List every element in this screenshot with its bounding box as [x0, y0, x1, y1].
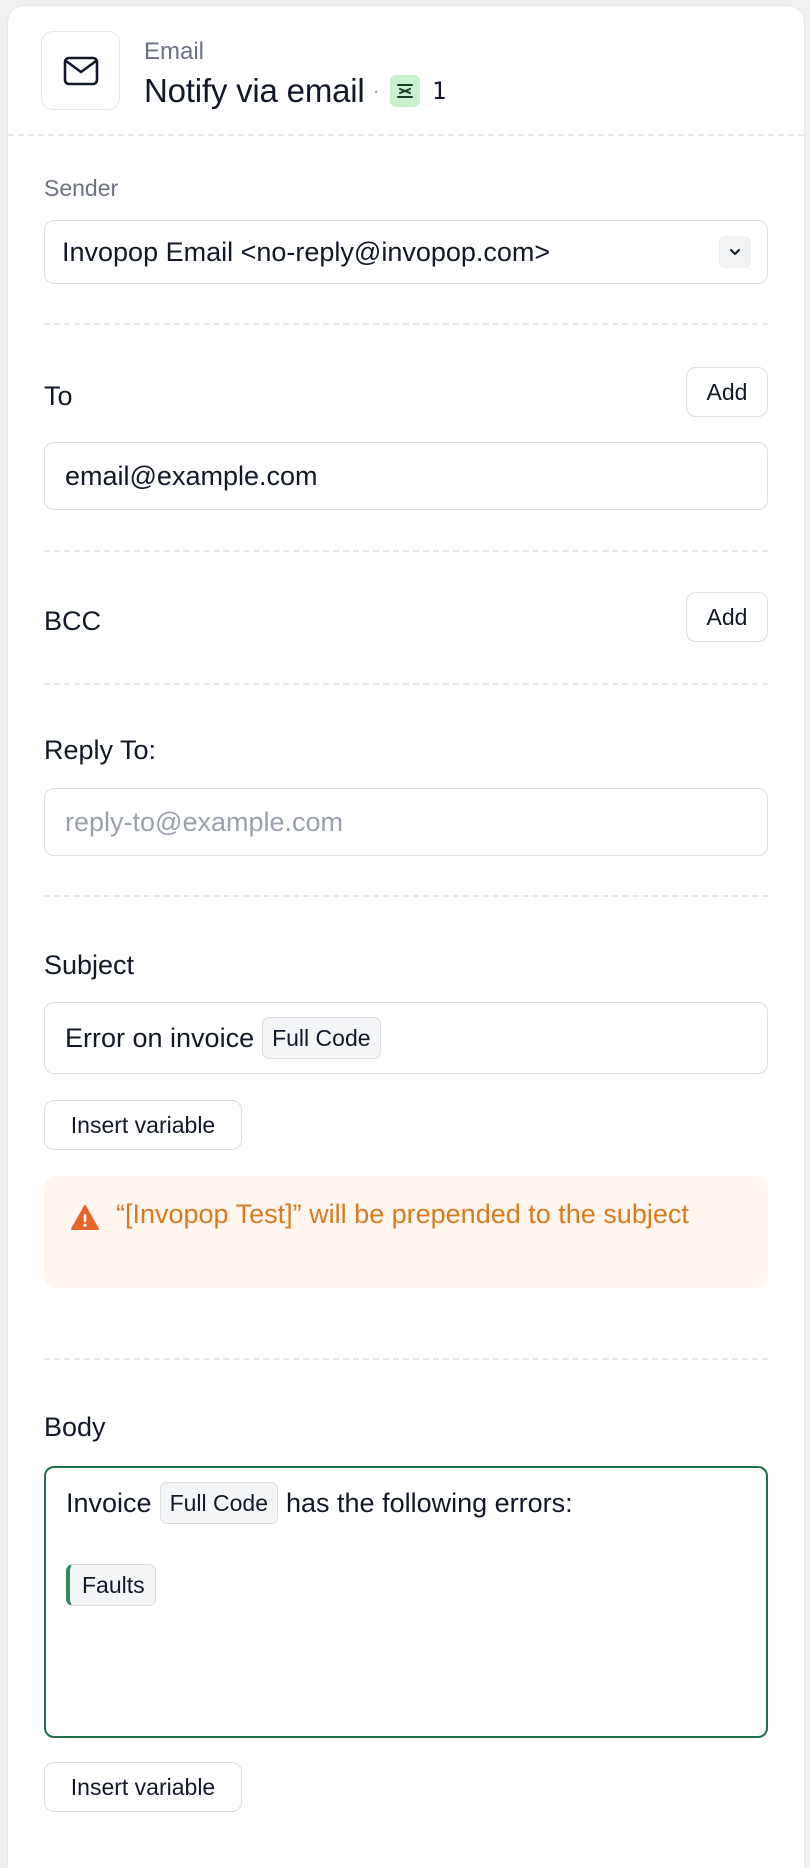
workflow-stack-icon — [389, 75, 420, 107]
to-label: To — [44, 381, 73, 411]
section-divider — [44, 895, 768, 897]
reply-to-placeholder: reply-to@example.com — [65, 806, 344, 837]
sender-select[interactable]: Invopop Email <no-reply@invopop.com> — [44, 220, 768, 284]
to-email-value: email@example.com — [65, 460, 318, 491]
subject-label: Subject — [44, 950, 135, 980]
subject-variable-chip[interactable]: Full Code — [262, 1017, 381, 1059]
chevron-down-icon[interactable] — [719, 236, 751, 268]
sender-label: Sender — [44, 175, 119, 201]
action-title-row: Notify via email · 1 — [144, 72, 446, 110]
to-email-field[interactable]: email@example.com — [44, 442, 768, 510]
bcc-label: BCC — [44, 606, 102, 636]
action-title: Notify via email — [144, 72, 365, 109]
body-editor[interactable]: Invoice Full Code has the following erro… — [44, 1466, 768, 1738]
action-type-label: Email — [144, 38, 205, 65]
sender-select-value: Invopop Email <no-reply@invopop.com> — [62, 236, 551, 267]
subject-warning-text: “[Invopop Test]” will be prepended to th… — [116, 1199, 689, 1229]
title-separator: · — [372, 78, 380, 103]
body-first-line: Invoice Full Code has the following erro… — [66, 1482, 573, 1524]
subject-warning: “[Invopop Test]” will be prepended to th… — [44, 1176, 768, 1288]
body-suffix-text: has the following errors: — [286, 1487, 573, 1518]
section-divider — [44, 683, 768, 685]
subject-text: Error on invoice — [65, 1022, 255, 1053]
add-bcc-button[interactable]: Add — [686, 592, 768, 642]
body-prefix-text: Invoice — [66, 1487, 152, 1518]
body-variable-chip[interactable]: Full Code — [159, 1482, 278, 1524]
workflow-count: 1 — [431, 77, 447, 105]
add-to-button[interactable]: Add — [686, 367, 768, 417]
section-divider — [44, 1358, 768, 1360]
body-label: Body — [44, 1412, 106, 1442]
header-divider — [8, 134, 804, 136]
body-insert-variable-button[interactable]: Insert variable — [44, 1762, 242, 1812]
reply-to-label: Reply To: — [44, 735, 157, 765]
reply-to-field[interactable]: reply-to@example.com — [44, 788, 768, 856]
warning-triangle-icon — [70, 1204, 100, 1237]
subject-insert-variable-button[interactable]: Insert variable — [44, 1100, 242, 1150]
faults-block-variable[interactable]: Faults — [66, 1564, 156, 1606]
email-action-panel: Email Notify via email · 1 Sender Invopo… — [8, 6, 804, 1868]
mail-icon — [41, 31, 120, 110]
section-divider — [44, 323, 768, 325]
section-divider — [44, 550, 768, 552]
subject-editor[interactable]: Error on invoice Full Code — [44, 1002, 768, 1074]
